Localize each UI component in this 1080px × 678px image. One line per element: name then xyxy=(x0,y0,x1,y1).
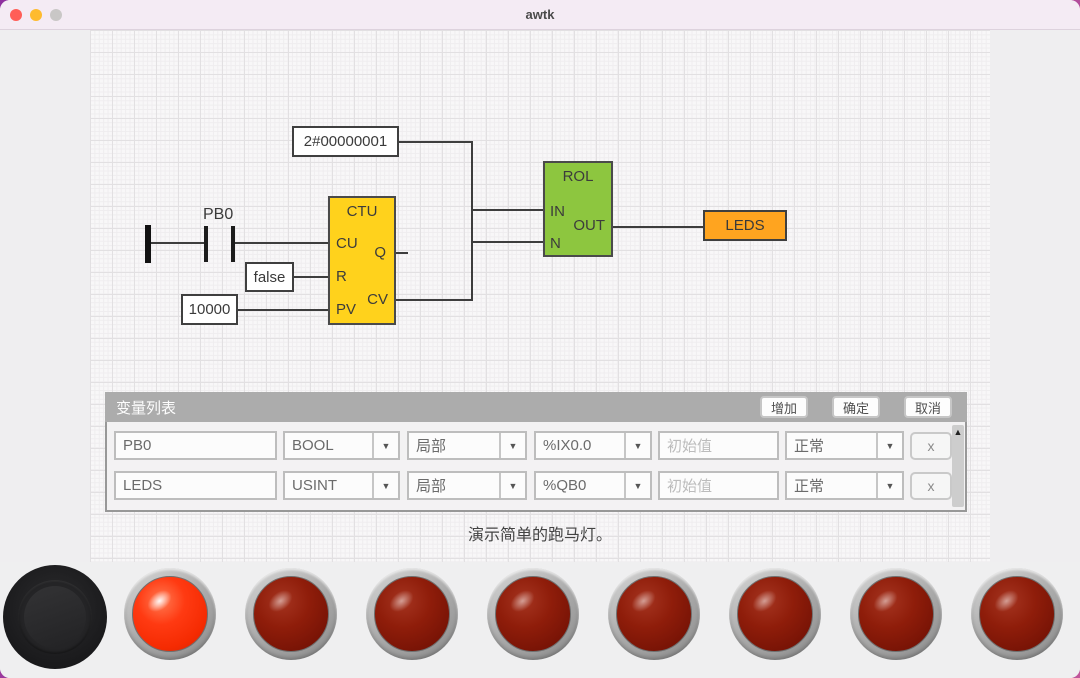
led-gleam xyxy=(385,586,417,617)
rol-title: ROL xyxy=(545,168,611,185)
variable-scope-dropdown[interactable]: 局部▼ xyxy=(407,431,527,460)
push-button[interactable] xyxy=(3,565,107,669)
led-indicator xyxy=(729,568,821,660)
chevron-down-icon[interactable]: ▼ xyxy=(499,473,525,498)
pattern-constant-box[interactable]: 2#00000001 xyxy=(292,126,399,157)
chevron-down-icon[interactable]: ▼ xyxy=(876,433,902,458)
led-bulb xyxy=(374,576,450,652)
ctu-block[interactable]: CTU CU R PV Q CV xyxy=(328,196,396,325)
led-bulb xyxy=(616,576,692,652)
ok-button[interactable]: 确定 xyxy=(832,396,880,418)
led-indicator xyxy=(245,568,337,660)
led-gleam xyxy=(748,586,780,617)
power-rail xyxy=(145,225,151,263)
led-indicator xyxy=(971,568,1063,660)
wire xyxy=(294,276,328,278)
variable-status-dropdown[interactable]: 正常▼ xyxy=(785,431,904,460)
led-indicator xyxy=(608,568,700,660)
wire xyxy=(151,242,205,244)
led-bulb xyxy=(858,576,934,652)
contact-label: PB0 xyxy=(203,206,233,224)
led-gleam xyxy=(627,586,659,617)
wire xyxy=(471,209,543,211)
ctu-pin-cv: CV xyxy=(367,291,388,308)
variable-name-input[interactable]: LEDS xyxy=(114,471,277,500)
led-indicator xyxy=(850,568,942,660)
app-window: awtk PB0 2#00000001 false 10000 CTU CU R… xyxy=(0,0,1080,678)
chevron-down-icon[interactable]: ▼ xyxy=(372,433,398,458)
chevron-down-icon[interactable]: ▼ xyxy=(624,473,650,498)
variable-name-input[interactable]: PB0 xyxy=(114,431,277,460)
variable-type-dropdown[interactable]: BOOL▼ xyxy=(283,431,400,460)
panel-title: 变量列表 xyxy=(116,397,176,418)
panel-header[interactable]: 变量列表 增加 确定 取消 xyxy=(105,392,967,422)
variable-init-input[interactable]: 初始值 xyxy=(658,431,779,460)
rol-pin-n: N xyxy=(550,235,561,252)
rol-block[interactable]: ROL IN N OUT xyxy=(543,161,613,257)
ctu-title: CTU xyxy=(330,203,394,220)
contact-bar[interactable] xyxy=(204,226,208,262)
led-indicator xyxy=(487,568,579,660)
reset-constant-box[interactable]: false xyxy=(245,262,294,292)
scroll-up-icon[interactable]: ▲ xyxy=(952,425,964,439)
leds-output-box[interactable]: LEDS xyxy=(703,210,787,241)
variable-status-dropdown[interactable]: 正常▼ xyxy=(785,471,904,500)
delete-row-button[interactable]: x xyxy=(910,472,952,500)
variable-type-dropdown[interactable]: USINT▼ xyxy=(283,471,400,500)
led-bulb xyxy=(979,576,1055,652)
rol-pin-out: OUT xyxy=(573,217,605,234)
cancel-button[interactable]: 取消 xyxy=(904,396,952,418)
wire xyxy=(238,309,328,311)
led-bulb xyxy=(132,576,208,652)
wire xyxy=(471,241,543,243)
wire xyxy=(399,141,473,143)
led-bulb xyxy=(737,576,813,652)
add-button[interactable]: 增加 xyxy=(760,396,808,418)
ctu-pin-cu: CU xyxy=(336,235,358,252)
chevron-down-icon[interactable]: ▼ xyxy=(499,433,525,458)
variable-address-dropdown[interactable]: %QB0▼ xyxy=(534,471,652,500)
chevron-down-icon[interactable]: ▼ xyxy=(624,433,650,458)
led-gleam xyxy=(264,586,296,617)
wire xyxy=(613,226,703,228)
contact-bar[interactable] xyxy=(231,226,235,262)
variable-list-panel: 变量列表 增加 确定 取消 PB0 BOOL▼ 局部▼ %IX0.0▼ 初始值 … xyxy=(105,392,967,512)
led-indicator xyxy=(124,568,216,660)
led-gleam xyxy=(869,586,901,617)
led-gleam xyxy=(143,586,175,617)
chevron-down-icon[interactable]: ▼ xyxy=(876,473,902,498)
variable-address-dropdown[interactable]: %IX0.0▼ xyxy=(534,431,652,460)
variable-init-input[interactable]: 初始值 xyxy=(658,471,779,500)
demo-caption: 演示简单的跑马灯。 xyxy=(0,521,1080,545)
wire xyxy=(471,141,473,301)
led-gleam xyxy=(506,586,538,617)
panel-body: PB0 BOOL▼ 局部▼ %IX0.0▼ 初始值 正常▼ x LEDS USI… xyxy=(105,422,967,512)
ctu-pin-pv: PV xyxy=(336,301,356,318)
wire xyxy=(396,252,408,254)
led-gleam xyxy=(990,586,1022,617)
indicator-strip xyxy=(0,562,1080,678)
led-bulb xyxy=(253,576,329,652)
chevron-down-icon[interactable]: ▼ xyxy=(372,473,398,498)
led-indicator xyxy=(366,568,458,660)
ctu-pin-r: R xyxy=(336,268,347,285)
wire xyxy=(396,299,473,301)
delete-row-button[interactable]: x xyxy=(910,432,952,460)
variable-scope-dropdown[interactable]: 局部▼ xyxy=(407,471,527,500)
wire xyxy=(235,242,328,244)
vertical-scrollbar[interactable]: ▲ xyxy=(952,425,964,507)
ctu-pin-q: Q xyxy=(374,244,386,261)
rol-pin-in: IN xyxy=(550,203,565,220)
preset-constant-box[interactable]: 10000 xyxy=(181,294,238,325)
led-bulb xyxy=(495,576,571,652)
push-button-cap xyxy=(24,586,86,648)
